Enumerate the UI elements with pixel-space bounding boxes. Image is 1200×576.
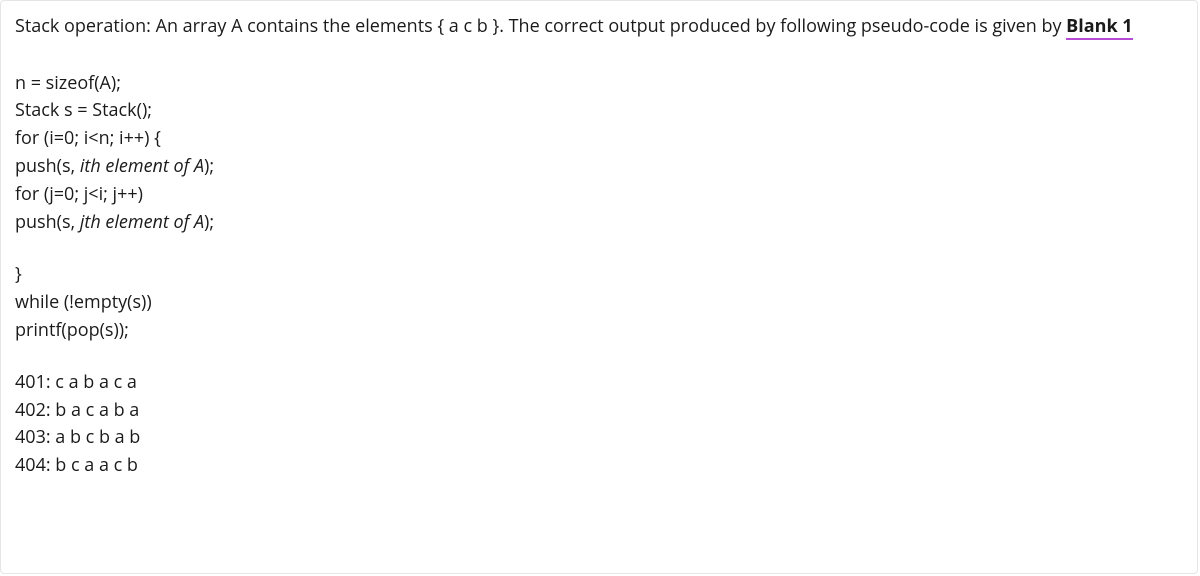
blank-1[interactable]: Blank 1 — [1066, 14, 1132, 40]
question-card: Stack operation: An array A contains the… — [0, 0, 1198, 574]
code-line: printf(pop(s)); — [15, 317, 1183, 345]
pseudo-code-block: n = sizeof(A); Stack s = Stack(); for (i… — [15, 70, 1183, 345]
option-404: 404: b c a a c b — [15, 452, 1183, 480]
spacer — [15, 345, 1183, 369]
code-line: push(s, jth element of A); — [15, 209, 1183, 237]
code-line: n = sizeof(A); — [15, 70, 1183, 98]
code-line: while (!empty(s)) — [15, 289, 1183, 317]
code-fragment-italic: ith element of A — [80, 154, 204, 178]
option-403: 403: a b c b a b — [15, 424, 1183, 452]
code-line: } — [15, 261, 1183, 289]
code-fragment-italic: jth element of A — [80, 210, 204, 234]
code-fragment: ); — [204, 210, 214, 234]
question-prefix: Stack operation: An array A contains the… — [15, 14, 1066, 38]
code-fragment: push(s, — [15, 210, 80, 234]
code-line: Stack s = Stack(); — [15, 97, 1183, 125]
code-fragment: ); — [204, 154, 214, 178]
code-fragment: push(s, — [15, 154, 80, 178]
question-text: Stack operation: An array A contains the… — [15, 11, 1183, 42]
option-402: 402: b a c a b a — [15, 397, 1183, 425]
code-line: for (i=0; i<n; i++) { — [15, 125, 1183, 153]
blank-line — [15, 237, 1183, 261]
code-line: push(s, ith element of A); — [15, 153, 1183, 181]
option-401: 401: c a b a c a — [15, 369, 1183, 397]
answer-options: 401: c a b a c a 402: b a c a b a 403: a… — [15, 369, 1183, 481]
code-line: for (j=0; j<i; j++) — [15, 181, 1183, 209]
